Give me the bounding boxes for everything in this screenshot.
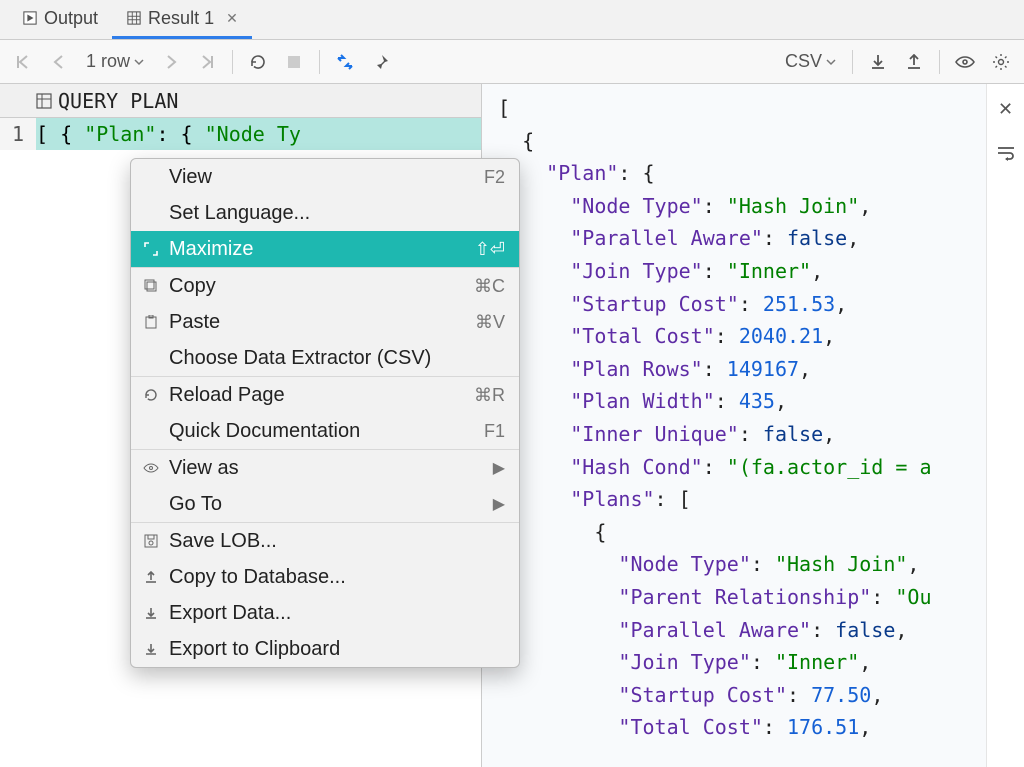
tab-output[interactable]: Output [8, 0, 112, 39]
column-header-label: QUERY PLAN [58, 89, 178, 113]
submenu-arrow-icon: ▶ [493, 494, 505, 514]
ctx-set-language[interactable]: Set Language... [131, 195, 519, 231]
maximize-icon [141, 242, 161, 256]
row-count-dropdown[interactable]: 1 row [80, 51, 150, 72]
upload-button[interactable] [899, 47, 929, 77]
context-menu: View F2 Set Language... Maximize ⇧⏎ Copy… [130, 158, 520, 668]
download-icon [141, 642, 161, 656]
separator [319, 50, 320, 74]
ctx-choose-extractor[interactable]: Choose Data Extractor (CSV) [131, 340, 519, 376]
extractor-label: CSV [785, 51, 822, 72]
row-count-label: 1 row [86, 51, 130, 72]
soft-wrap-button[interactable] [991, 138, 1021, 168]
tab-result-1[interactable]: Result 1 ✕ [112, 0, 252, 39]
last-page-button[interactable] [192, 47, 222, 77]
ctx-maximize[interactable]: Maximize ⇧⏎ [131, 231, 519, 267]
save-icon [141, 534, 161, 548]
first-page-button[interactable] [8, 47, 38, 77]
next-page-button[interactable] [156, 47, 186, 77]
toolbar: 1 row CSV [0, 40, 1024, 84]
reload-icon [141, 388, 161, 402]
ctx-view[interactable]: View F2 [131, 159, 519, 195]
download-button[interactable] [863, 47, 893, 77]
separator [232, 50, 233, 74]
row-number: 1 [0, 118, 36, 150]
close-preview-button[interactable]: ✕ [991, 94, 1021, 124]
value-preview-pane: [ { "Plan": { "Node Type": "Hash Join", … [482, 84, 1024, 767]
ctx-view-as[interactable]: View as ▶ [131, 450, 519, 486]
ctx-reload[interactable]: Reload Page ⌘R [131, 377, 519, 413]
tab-output-label: Output [44, 8, 98, 29]
prev-page-button[interactable] [44, 47, 74, 77]
cell-query-plan[interactable]: [ { "Plan": { "Node Ty [36, 122, 301, 146]
upload-icon [141, 570, 161, 584]
download-icon [141, 606, 161, 620]
ctx-go-to[interactable]: Go To ▶ [131, 486, 519, 522]
pin-button[interactable] [366, 47, 396, 77]
paste-icon [141, 315, 161, 329]
preview-side-toolbar: ✕ [986, 84, 1024, 767]
table-icon [36, 93, 52, 109]
separator [852, 50, 853, 74]
settings-button[interactable] [986, 47, 1016, 77]
submenu-arrow-icon: ▶ [493, 458, 505, 478]
play-icon [22, 10, 38, 26]
ctx-copy[interactable]: Copy ⌘C [131, 268, 519, 304]
ctx-copy-to-database[interactable]: Copy to Database... [131, 559, 519, 595]
json-viewer[interactable]: [ { "Plan": { "Node Type": "Hash Join", … [482, 84, 986, 767]
eye-icon [141, 462, 161, 474]
ctx-export-clipboard[interactable]: Export to Clipboard [131, 631, 519, 667]
chevron-down-icon [134, 58, 144, 66]
stop-button[interactable] [279, 47, 309, 77]
tab-bar: Output Result 1 ✕ [0, 0, 1024, 40]
close-icon[interactable]: ✕ [226, 10, 238, 27]
table-icon [126, 10, 142, 26]
ctx-export-data[interactable]: Export Data... [131, 595, 519, 631]
column-header[interactable]: QUERY PLAN [0, 84, 481, 118]
compare-button[interactable] [330, 47, 360, 77]
reload-button[interactable] [243, 47, 273, 77]
table-row[interactable]: 1 [ { "Plan": { "Node Ty [0, 118, 481, 150]
tab-result-label: Result 1 [148, 8, 214, 29]
ctx-save-lob[interactable]: Save LOB... [131, 523, 519, 559]
view-mode-button[interactable] [950, 47, 980, 77]
chevron-down-icon [826, 58, 836, 66]
ctx-paste[interactable]: Paste ⌘V [131, 304, 519, 340]
separator [939, 50, 940, 74]
copy-icon [141, 279, 161, 293]
ctx-quick-doc[interactable]: Quick Documentation F1 [131, 413, 519, 449]
data-extractor-dropdown[interactable]: CSV [779, 51, 842, 72]
